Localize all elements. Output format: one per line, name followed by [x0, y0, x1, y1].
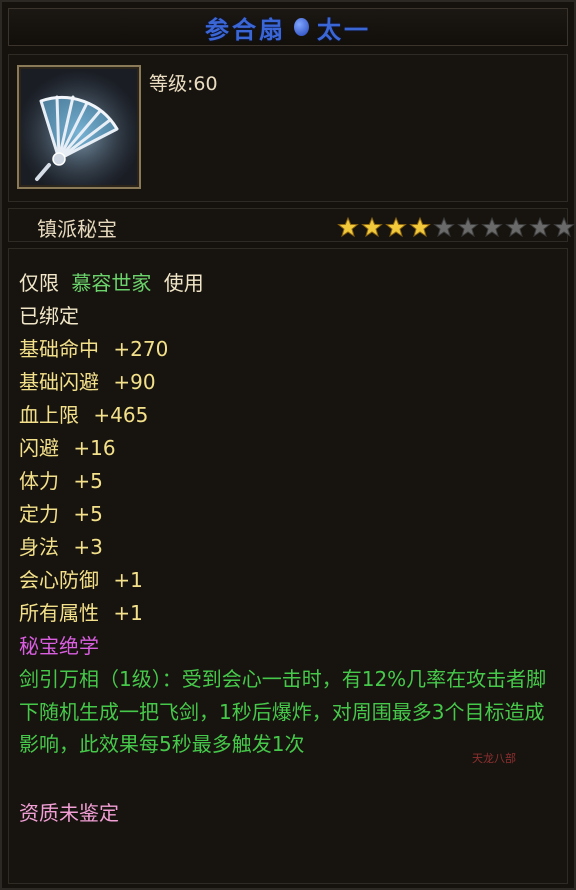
item-level: 等级:60	[149, 73, 218, 95]
star-empty-icon	[457, 217, 479, 237]
item-subname: 太一	[317, 15, 371, 44]
attribute-label: 基础命中	[19, 337, 99, 361]
star-empty-icon	[505, 217, 527, 237]
item-details: 仅限 慕容世家 使用 已绑定 基础命中 +270 基础闪避 +90 血上限 +4…	[8, 248, 568, 884]
attribute-value: +5	[73, 469, 103, 493]
faction-restriction: 仅限 慕容世家 使用	[19, 267, 204, 296]
item-tooltip: 参合扇 太一 等级:60 镇派秘宝 仅限 慕容世家 使用 已绑定 基础命中 +2…	[0, 0, 576, 890]
attribute-row: 身法 +3	[19, 531, 103, 560]
attribute-row: 定力 +5	[19, 498, 103, 527]
skill-description: 剑引万相（1级）：受到会心一击时，有12%几率在攻击者脚下随机生成一把飞剑，1秒…	[19, 667, 547, 756]
item-name: 参合扇	[205, 15, 286, 44]
skill-heading: 秘宝绝学	[19, 634, 99, 658]
star-filled-icon	[361, 217, 383, 237]
restriction-prefix: 仅限	[19, 271, 59, 295]
attribute-value: +5	[73, 502, 103, 526]
item-type-row: 镇派秘宝	[8, 208, 575, 242]
attribute-value: +90	[113, 370, 156, 394]
attribute-value: +1	[113, 568, 143, 592]
attribute-value: +16	[73, 436, 116, 460]
separator-dot-icon	[294, 18, 309, 36]
item-title: 参合扇 太一	[8, 8, 568, 46]
attribute-row: 闪避 +16	[19, 432, 116, 461]
attribute-label: 定力	[19, 502, 59, 526]
bound-status: 已绑定	[19, 304, 79, 328]
attribute-row: 体力 +5	[19, 465, 103, 494]
star-filled-icon	[337, 217, 359, 237]
watermark-logo: 天龙八部	[472, 752, 516, 765]
attribute-row: 所有属性 +1	[19, 597, 143, 626]
item-icon-frame[interactable]	[17, 65, 141, 189]
attribute-value: +3	[73, 535, 103, 559]
star-empty-icon	[553, 217, 575, 237]
attribute-row: 血上限 +465	[19, 399, 148, 428]
attribute-label: 血上限	[19, 403, 79, 427]
star-empty-icon	[433, 217, 455, 237]
restriction-suffix: 使用	[163, 271, 204, 295]
attribute-row: 基础闪避 +90	[19, 366, 156, 395]
bone-fan-icon	[19, 67, 139, 187]
attribute-value: +270	[113, 337, 169, 361]
attribute-value: +1	[113, 601, 143, 625]
star-filled-icon	[385, 217, 407, 237]
attribute-row: 会心防御 +1	[19, 564, 143, 593]
attribute-label: 体力	[19, 469, 59, 493]
attribute-label: 闪避	[19, 436, 59, 460]
star-empty-icon	[481, 217, 503, 237]
restriction-faction: 慕容世家	[71, 271, 152, 295]
item-type-label: 镇派秘宝	[37, 217, 117, 241]
attribute-label: 会心防御	[19, 568, 99, 592]
star-rating	[337, 217, 576, 237]
star-filled-icon	[409, 217, 431, 237]
quality-status: 资质未鉴定	[19, 801, 119, 825]
attribute-label: 所有属性	[19, 601, 99, 625]
attribute-label: 身法	[19, 535, 59, 559]
item-header: 等级:60	[8, 54, 568, 202]
attribute-value: +465	[93, 403, 149, 427]
attribute-row: 基础命中 +270	[19, 333, 168, 362]
attribute-label: 基础闪避	[19, 370, 99, 394]
star-empty-icon	[529, 217, 551, 237]
